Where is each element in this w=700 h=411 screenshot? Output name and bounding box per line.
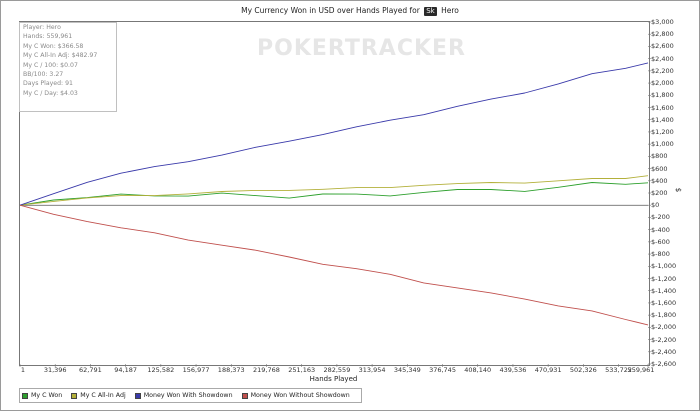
x-tick-label: 439,536 <box>499 366 527 374</box>
x-tick-label: 559,961 <box>627 366 655 374</box>
y-tick-label: $-800 <box>651 250 670 259</box>
stat-player: Player: Hero <box>23 24 61 31</box>
x-tick-label: 31,396 <box>43 366 67 374</box>
y-tick-label: $-200 <box>651 213 670 222</box>
y-tick-label: $-600 <box>651 237 670 246</box>
y-tick-label: $1,000 <box>651 140 674 149</box>
stat-per-100: My C / 100: $0.07 <box>23 61 78 69</box>
y-tick-label: $800 <box>651 152 668 161</box>
y-tick-label: $2,200 <box>651 66 674 75</box>
y-tick-label: $1,800 <box>651 91 674 100</box>
y-tick-label: $600 <box>651 164 668 173</box>
legend-label-allin: My C All-In Adj <box>80 392 126 399</box>
y-tick-label: $400 <box>651 176 668 185</box>
x-tick-label: 251,163 <box>288 366 316 374</box>
y-tick-label: $-2,600 <box>651 360 677 368</box>
series-line-won <box>19 182 649 206</box>
y-tick-label: $-1,800 <box>651 311 677 320</box>
legend-swatch-nonshowdown <box>241 392 248 399</box>
y-tick-label: $200 <box>651 189 668 197</box>
y-tick-label: $3,000 <box>651 18 674 26</box>
y-tick-label: $2,800 <box>651 30 674 39</box>
y-tick-label: $-1,400 <box>651 286 677 295</box>
x-tick-label: 188,373 <box>217 366 245 374</box>
stat-bb-100: BB/100: 3.27 <box>23 71 64 79</box>
x-tick-label: 219,768 <box>253 366 280 374</box>
legend-item-won[interactable]: My C Won <box>22 392 62 399</box>
y-tick-label: $2,600 <box>651 42 674 51</box>
stat-days: Days Played: 91 <box>23 80 73 88</box>
legend-swatch-allin <box>71 392 78 399</box>
x-tick-label: 125,582 <box>147 366 175 374</box>
x-tick-label: 156,977 <box>182 366 210 374</box>
x-axis-label: Hands Played <box>309 375 358 383</box>
y-tick-label: $-400 <box>651 225 670 234</box>
y-tick-label: $2,400 <box>651 54 674 63</box>
x-tick-label: 470,931 <box>534 366 562 374</box>
y-tick-label: $-2,200 <box>651 335 677 344</box>
legend-swatch-showdown <box>134 392 141 399</box>
y-tick-label: $1,200 <box>651 127 674 136</box>
y-tick-label: $0 <box>651 201 660 210</box>
y-tick-label: $-2,000 <box>651 323 677 332</box>
y-tick-label: $-1,200 <box>651 274 677 283</box>
y-tick-label: $1,400 <box>651 115 674 124</box>
stat-won: My C Won: $366.58 <box>23 42 84 50</box>
legend-item-showdown[interactable]: Money Won With Showdown <box>134 392 233 399</box>
series-line-allin <box>19 175 649 206</box>
y-tick-label: $-1,600 <box>651 298 677 307</box>
y-tick-label: $-1,000 <box>651 262 677 271</box>
x-tick-label: 502,326 <box>569 366 597 374</box>
y-tick-label: $2,000 <box>651 79 674 88</box>
y-axis-label: $ <box>674 187 683 193</box>
x-tick-label: 1 <box>20 366 26 374</box>
series-line-nonshowdown <box>19 204 649 326</box>
stats-box: Player: Hero Hands: 559,961 My C Won: $3… <box>19 22 117 112</box>
x-tick-label: 94,187 <box>114 366 137 374</box>
legend-label-won: My C Won <box>31 392 63 399</box>
x-tick-label: 376,745 <box>429 366 456 374</box>
legend-swatch-won <box>22 392 28 399</box>
y-tick-label: $1,600 <box>651 103 674 112</box>
legend-label-showdown: Money Won With Showdown <box>143 392 233 399</box>
legend: My C Won My C All-In Adj Money Won With … <box>19 388 362 403</box>
x-tick-label: 345,349 <box>393 366 421 374</box>
stat-hands: Hands: 559,961 <box>23 33 73 41</box>
x-tick-label: 282,559 <box>323 366 351 374</box>
x-tick-label: 408,140 <box>464 366 492 374</box>
stat-allin-adj: My C All-In Adj: $482.97 <box>23 52 98 60</box>
x-tick-label: 62,791 <box>79 366 102 374</box>
stat-per-day: My C / Day: $4.03 <box>23 89 78 97</box>
legend-label-nonshowdown: Money Won Without Showdown <box>250 392 350 399</box>
legend-item-allin[interactable]: My C All-In Adj <box>71 392 126 399</box>
legend-item-nonshowdown[interactable]: Money Won Without Showdown <box>241 392 350 399</box>
y-tick-label: $-2,400 <box>651 347 677 356</box>
x-tick-label: 313,954 <box>358 366 386 374</box>
